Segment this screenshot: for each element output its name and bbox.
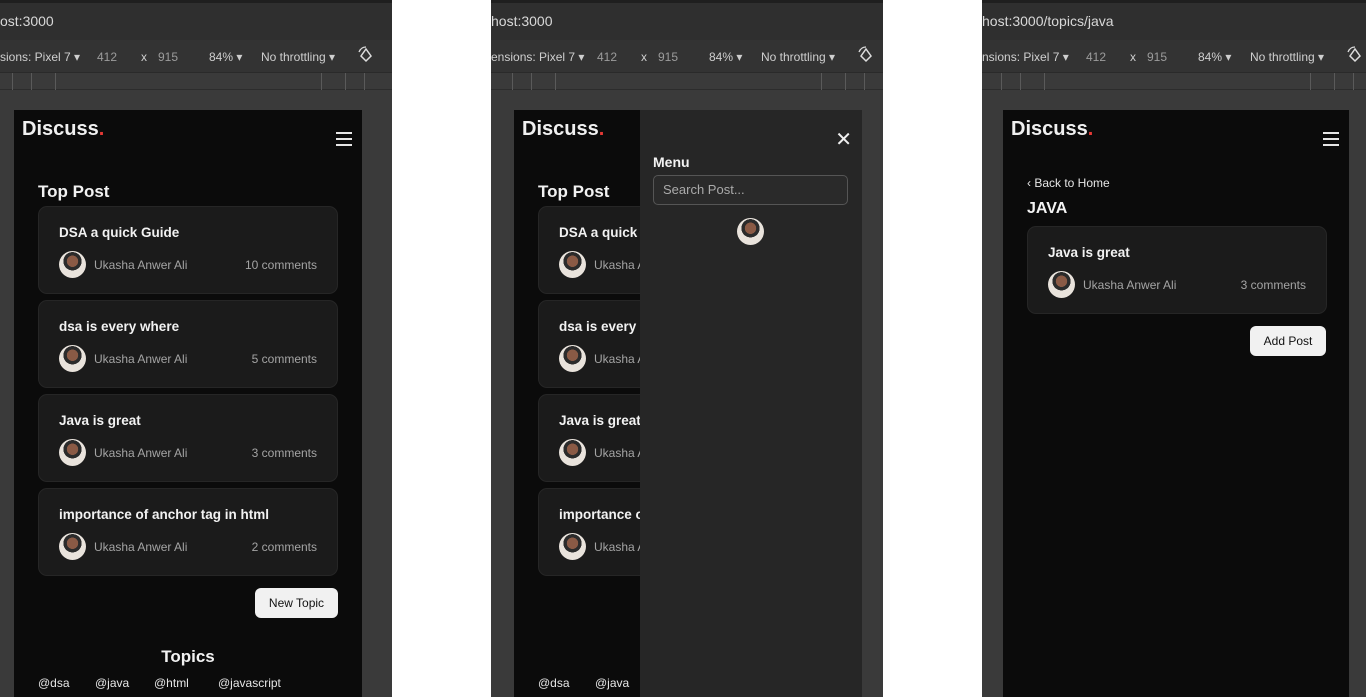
viewport-height[interactable]: 915: [158, 50, 178, 64]
close-icon[interactable]: ✕: [835, 130, 852, 150]
device-select[interactable]: nsions: Pixel 7 ▾: [982, 50, 1069, 64]
rotate-icon[interactable]: [857, 46, 875, 67]
post-card[interactable]: Java is great Ukasha Anwer Ali 3 comment…: [38, 394, 338, 482]
avatar: [559, 439, 586, 466]
viewport-width[interactable]: 412: [597, 50, 617, 64]
post-title[interactable]: importance of anchor tag in html: [59, 507, 269, 522]
browser-panel-menu-open: host:3000 ensions: Pixel 7 ▾ 412 x 915 8…: [491, 0, 883, 697]
post-author: Ukasha A: [594, 258, 646, 272]
topic-link-java[interactable]: @java: [95, 676, 129, 690]
hamburger-menu-icon[interactable]: [1323, 132, 1339, 146]
mobile-viewport: Discuss. Top Post DSA a quick Guide Ukas…: [14, 110, 362, 697]
topic-link-html[interactable]: @html: [154, 676, 189, 690]
avatar: [59, 439, 86, 466]
media-query-ruler: [982, 73, 1366, 90]
address-text: host:3000/topics/java: [982, 13, 1114, 29]
media-query-ruler: [491, 73, 883, 90]
post-author: Ukasha Anwer Ali: [1083, 278, 1177, 292]
topic-link-javascript[interactable]: @javascript: [218, 676, 281, 690]
post-author: Ukasha Anwer Ali: [94, 540, 188, 554]
comment-count: 10 comments: [244, 258, 317, 272]
avatar[interactable]: [737, 218, 764, 245]
topic-link-dsa[interactable]: @dsa: [38, 676, 70, 690]
mobile-viewport: Discuss. ‹ Back to Home JAVA Java is gre…: [1003, 110, 1349, 697]
post-author: Ukasha Anwer Ali: [94, 352, 188, 366]
viewport-width[interactable]: 412: [97, 50, 117, 64]
comment-count: 5 comments: [251, 352, 317, 366]
rotate-icon[interactable]: [357, 46, 375, 67]
rotate-icon[interactable]: [1346, 46, 1364, 67]
post-title[interactable]: dsa is every v: [559, 319, 648, 334]
zoom-select[interactable]: 84% ▾: [709, 50, 742, 64]
topics-title: Topics: [161, 647, 215, 666]
post-card[interactable]: DSA a quick Guide Ukasha Anwer Ali 10 co…: [38, 206, 338, 294]
side-menu-drawer: ✕ Menu Search Post...: [640, 110, 862, 697]
throttle-select[interactable]: No throttling ▾: [261, 50, 335, 64]
post-title[interactable]: dsa is every where: [59, 319, 179, 334]
avatar: [559, 533, 586, 560]
site-logo[interactable]: Discuss.: [22, 118, 104, 141]
device-select[interactable]: ensions: Pixel 7 ▾: [491, 50, 584, 64]
comment-count: 2 comments: [251, 540, 317, 554]
address-bar[interactable]: host:3000: [491, 0, 883, 40]
viewport-height[interactable]: 915: [658, 50, 678, 64]
post-card[interactable]: importance of anchor tag in html Ukasha …: [38, 488, 338, 576]
dimension-separator: x: [1130, 50, 1136, 64]
throttle-select[interactable]: No throttling ▾: [1250, 50, 1324, 64]
mobile-viewport: Discuss. Top Post DSA a quick ( Ukasha A…: [514, 110, 862, 697]
search-input[interactable]: Search Post...: [653, 175, 848, 205]
new-topic-button[interactable]: New Topic: [255, 588, 338, 618]
post-title[interactable]: Java is great: [59, 413, 141, 428]
dimension-separator: x: [141, 50, 147, 64]
address-text: ost:3000: [0, 13, 54, 29]
dimension-separator: x: [641, 50, 647, 64]
post-title[interactable]: Java is great: [559, 413, 641, 428]
post-author: Ukasha A: [594, 540, 646, 554]
post-title[interactable]: DSA a quick (: [559, 225, 646, 240]
viewport-height[interactable]: 915: [1147, 50, 1167, 64]
post-title[interactable]: importance o: [559, 507, 644, 522]
post-title[interactable]: Java is great: [1048, 245, 1130, 260]
post-author: Ukasha A: [594, 446, 646, 460]
site-logo[interactable]: Discuss.: [1011, 118, 1093, 141]
address-text: host:3000: [491, 13, 553, 29]
devtools-device-toolbar: nsions: Pixel 7 ▾ 412 x 915 84% ▾ No thr…: [982, 40, 1366, 73]
post-card[interactable]: Java is great Ukasha Anwer Ali 3 comment…: [1027, 226, 1327, 314]
post-author: Ukasha Anwer Ali: [94, 258, 188, 272]
device-select[interactable]: sions: Pixel 7 ▾: [0, 50, 80, 64]
zoom-select[interactable]: 84% ▾: [209, 50, 242, 64]
post-author: Ukasha A: [594, 352, 646, 366]
menu-title: Menu: [653, 154, 690, 170]
post-title[interactable]: DSA a quick Guide: [59, 225, 179, 240]
back-to-home-link[interactable]: ‹ Back to Home: [1027, 176, 1110, 190]
address-bar[interactable]: host:3000/topics/java: [982, 0, 1366, 40]
hamburger-menu-icon[interactable]: [336, 132, 352, 146]
avatar: [1048, 271, 1075, 298]
section-title: Top Post: [38, 182, 110, 201]
post-card[interactable]: dsa is every where Ukasha Anwer Ali 5 co…: [38, 300, 338, 388]
avatar: [59, 251, 86, 278]
avatar: [559, 251, 586, 278]
post-author: Ukasha Anwer Ali: [94, 446, 188, 460]
media-query-ruler: [0, 73, 392, 90]
zoom-select[interactable]: 84% ▾: [1198, 50, 1231, 64]
browser-panel-topic-java: host:3000/topics/java nsions: Pixel 7 ▾ …: [982, 0, 1366, 697]
devtools-device-toolbar: sions: Pixel 7 ▾ 412 x 915 84% ▾ No thro…: [0, 40, 392, 73]
address-bar[interactable]: ost:3000: [0, 0, 392, 40]
site-logo[interactable]: Discuss.: [522, 118, 604, 141]
comment-count: 3 comments: [251, 446, 317, 460]
avatar: [559, 345, 586, 372]
section-title: Top Post: [538, 182, 610, 201]
topic-heading: JAVA: [1027, 200, 1068, 217]
topic-link-dsa[interactable]: @dsa: [538, 676, 570, 690]
topic-link-java[interactable]: @java: [595, 676, 629, 690]
throttle-select[interactable]: No throttling ▾: [761, 50, 835, 64]
devtools-device-toolbar: ensions: Pixel 7 ▾ 412 x 915 84% ▾ No th…: [491, 40, 883, 73]
comment-count: 3 comments: [1240, 278, 1306, 292]
browser-panel-home: ost:3000 sions: Pixel 7 ▾ 412 x 915 84% …: [0, 0, 392, 697]
avatar: [59, 345, 86, 372]
viewport-width[interactable]: 412: [1086, 50, 1106, 64]
add-post-button[interactable]: Add Post: [1250, 326, 1326, 356]
avatar: [59, 533, 86, 560]
